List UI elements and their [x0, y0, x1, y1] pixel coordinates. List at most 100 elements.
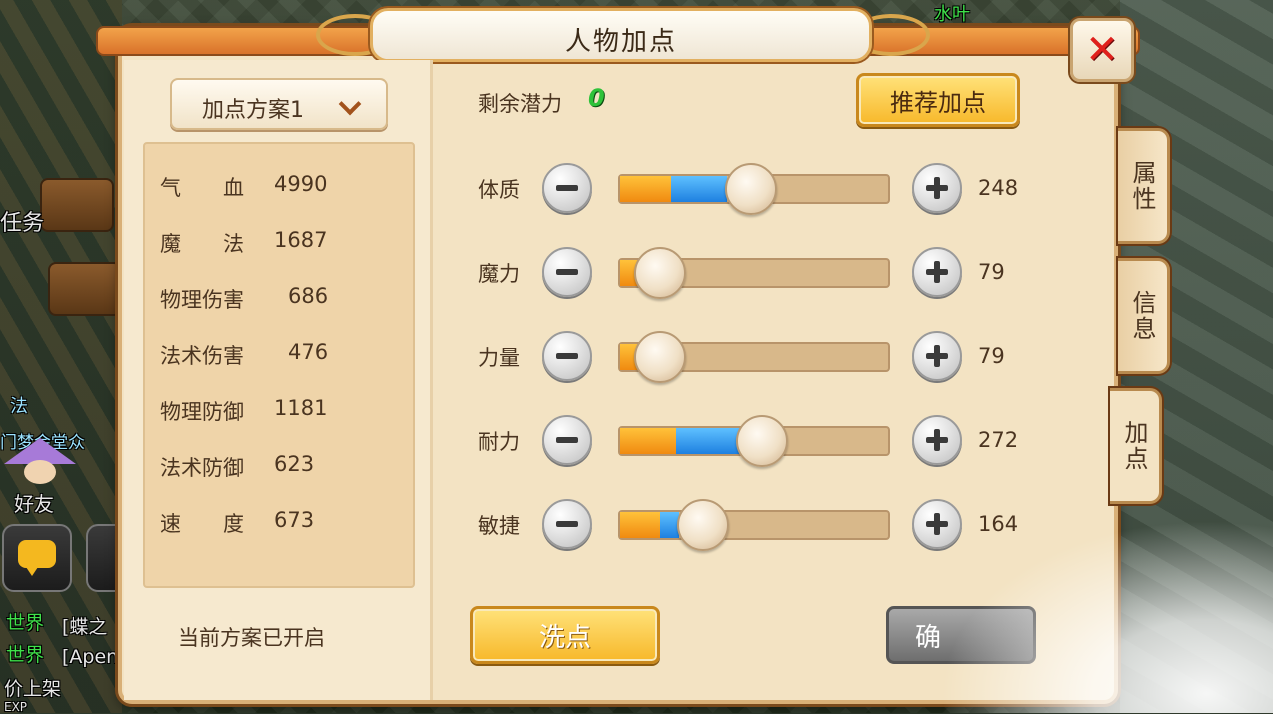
plus-icon: [926, 429, 948, 451]
chat-message: [蝶之: [62, 616, 108, 638]
increase-button[interactable]: [912, 163, 962, 213]
game-background-left: [0, 0, 122, 713]
stat-value: 673: [274, 508, 315, 532]
confirm-button[interactable]: 确: [886, 606, 1036, 664]
scheme-selected: 加点方案1: [202, 98, 304, 123]
pane-divider: [430, 60, 433, 700]
tab-add-points[interactable]: 加点: [1110, 388, 1162, 504]
plus-icon: [926, 345, 948, 367]
exp-label: EXP: [4, 700, 28, 714]
treasure-chest: [48, 262, 122, 316]
chat-button[interactable]: [2, 524, 72, 592]
remaining-potential-value: 0: [588, 84, 605, 112]
attribute-label: 敏捷: [478, 514, 520, 538]
minus-icon: [556, 521, 578, 527]
increase-button[interactable]: [912, 415, 962, 465]
decrease-button[interactable]: [542, 499, 592, 549]
base-fill: [620, 176, 671, 202]
slider-handle[interactable]: [634, 247, 687, 299]
tab-attributes[interactable]: 属性: [1118, 128, 1170, 244]
title-plate: 人物加点: [370, 8, 872, 62]
slider-handle[interactable]: [634, 331, 687, 383]
chevron-down-icon: [338, 92, 362, 116]
minus-icon: [556, 353, 578, 359]
friend-avatar[interactable]: [4, 438, 76, 488]
stat-label: 气 血: [160, 176, 244, 200]
tab-info[interactable]: 信息: [1118, 258, 1170, 374]
attribute-row-magic: 魔力 79: [470, 244, 1030, 300]
attribute-value: 164: [978, 512, 1019, 536]
attribute-slider[interactable]: [618, 331, 890, 383]
plus-icon: [926, 177, 948, 199]
stat-label: 法术防御: [160, 456, 244, 480]
chat-channel: 世界: [6, 644, 45, 666]
player-name-label: 水叶: [934, 4, 970, 25]
attribute-row-strength: 力量 79: [470, 328, 1030, 384]
attribute-slider[interactable]: [618, 163, 890, 215]
attribute-label: 耐力: [478, 430, 520, 454]
scheme-status: 当前方案已开启: [178, 626, 325, 650]
attribute-label: 魔力: [478, 262, 520, 286]
tab-label: 加点: [1120, 420, 1148, 472]
tab-label: 信息: [1128, 290, 1156, 342]
chat-channel: 世界: [6, 612, 45, 634]
recommend-points-button[interactable]: 推荐加点: [856, 73, 1020, 127]
stat-value: 686: [288, 284, 329, 308]
attribute-slider[interactable]: [618, 415, 890, 467]
stat-label: 法术伤害: [160, 344, 244, 368]
added-fill: [670, 176, 728, 202]
slider-handle[interactable]: [736, 415, 789, 467]
decrease-button[interactable]: [542, 163, 592, 213]
stat-value: 476: [288, 340, 329, 364]
added-fill: [676, 428, 741, 454]
stat-label: 物理伤害: [160, 288, 244, 312]
stat-label: 魔 法: [160, 232, 244, 256]
base-fill: [620, 512, 661, 538]
attribute-label: 力量: [478, 346, 520, 370]
decrease-button[interactable]: [542, 415, 592, 465]
remaining-potential-label: 剩余潜力: [478, 92, 562, 116]
bg-text-fa: 法: [10, 396, 28, 417]
decrease-button[interactable]: [542, 331, 592, 381]
attribute-row-constitution: 体质 248: [470, 160, 1030, 216]
reset-points-button[interactable]: 洗点: [470, 606, 660, 664]
plus-icon: [926, 513, 948, 535]
attribute-row-endurance: 耐力 272: [470, 412, 1030, 468]
base-fill: [620, 428, 677, 454]
attribute-slider[interactable]: [618, 499, 890, 551]
attribute-value: 79: [978, 344, 1005, 368]
chat-message: [Apen: [62, 646, 119, 668]
panel-title: 人物加点: [564, 27, 677, 57]
slider-handle[interactable]: [725, 163, 778, 215]
minus-icon: [556, 437, 578, 443]
attribute-row-agility: 敏捷 164: [470, 496, 1030, 552]
attribute-value: 248: [978, 176, 1019, 200]
scheme-dropdown[interactable]: 加点方案1: [170, 78, 388, 130]
slider-handle[interactable]: [677, 499, 730, 551]
face-icon: [24, 460, 56, 484]
friend-label[interactable]: 好友: [14, 488, 54, 517]
chat-message: 价上架: [4, 678, 62, 700]
increase-button[interactable]: [912, 331, 962, 381]
increase-button[interactable]: [912, 499, 962, 549]
stat-value: 1687: [274, 228, 328, 252]
task-label[interactable]: 任务: [0, 205, 44, 237]
plus-icon: [926, 261, 948, 283]
tab-label: 属性: [1128, 160, 1156, 212]
attribute-slider[interactable]: [618, 247, 890, 299]
chat-icon: [18, 540, 56, 576]
stat-value: 4990: [274, 172, 328, 196]
treasure-chest: [40, 178, 114, 232]
stat-label: 物理防御: [160, 400, 244, 424]
stat-label: 速 度: [160, 512, 244, 536]
close-button[interactable]: ✕: [1070, 18, 1134, 82]
close-icon: ✕: [1085, 27, 1119, 73]
attribute-label: 体质: [478, 178, 520, 202]
decrease-button[interactable]: [542, 247, 592, 297]
minus-icon: [556, 185, 578, 191]
attribute-value: 272: [978, 428, 1019, 452]
minus-icon: [556, 269, 578, 275]
attribute-value: 79: [978, 260, 1005, 284]
stat-value: 623: [274, 452, 315, 476]
increase-button[interactable]: [912, 247, 962, 297]
